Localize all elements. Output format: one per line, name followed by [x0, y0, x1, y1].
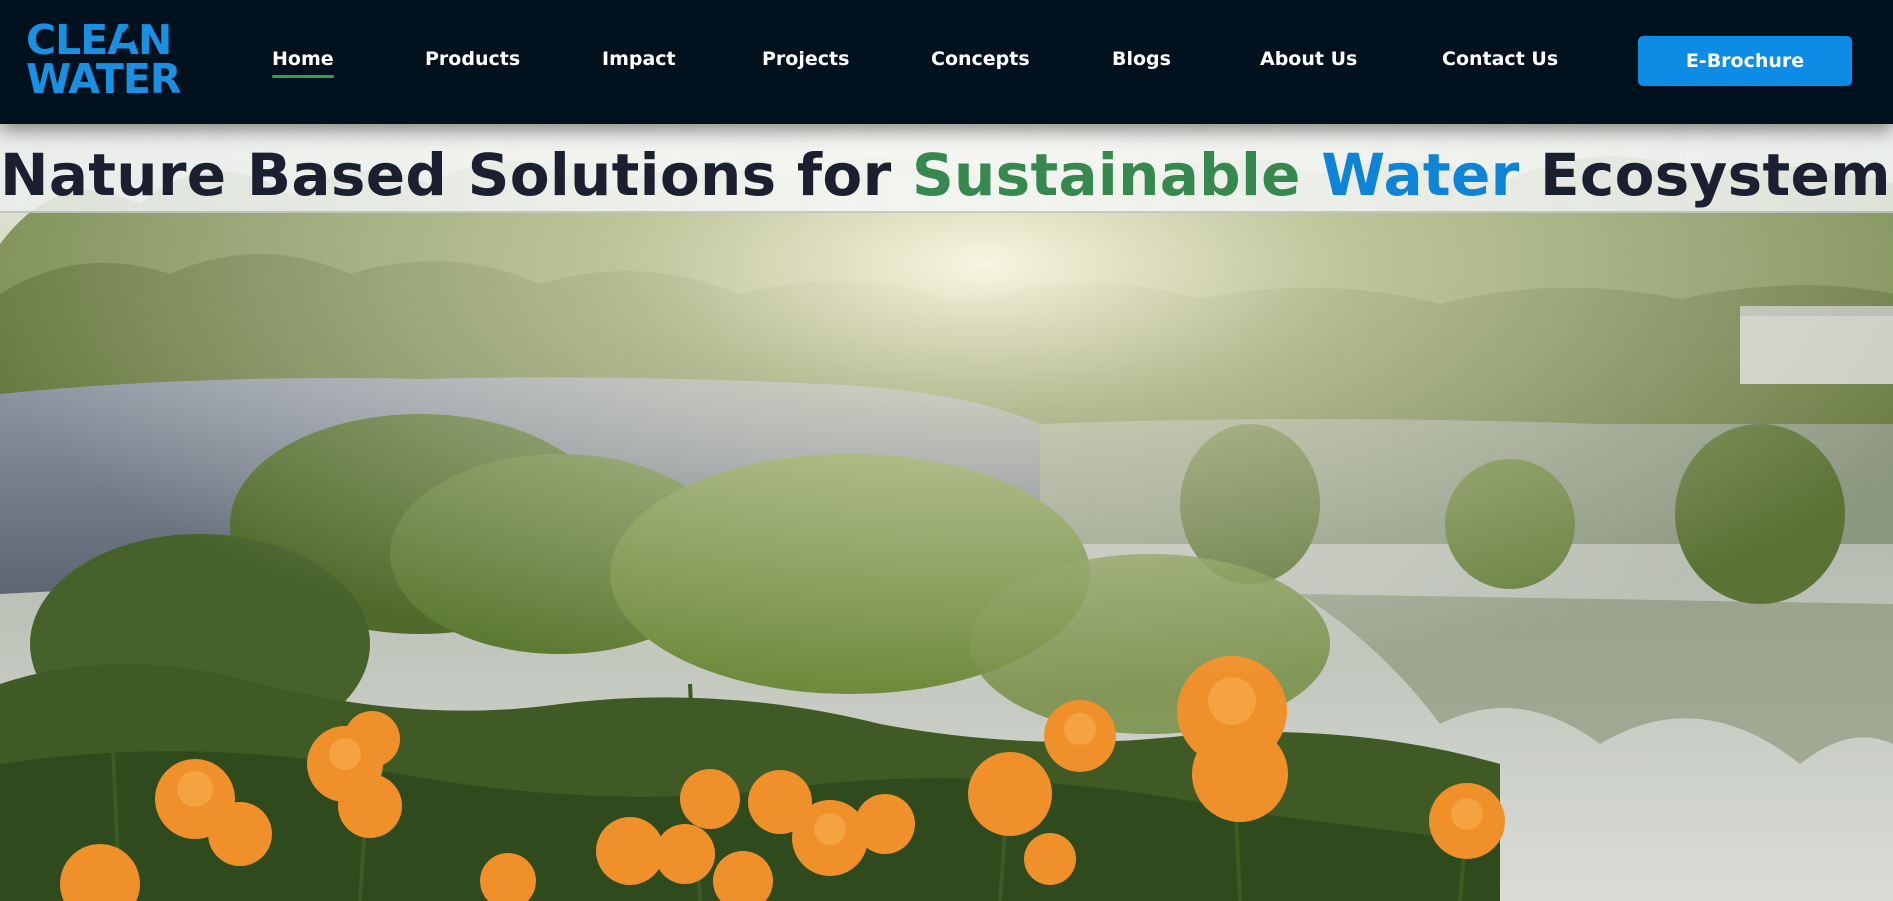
nav-projects[interactable]: Projects: [762, 48, 849, 74]
hero-headline: Nature Based Solutions for Sustainable W…: [0, 141, 1893, 209]
nav-concepts[interactable]: Concepts: [931, 48, 1030, 74]
headline-highlight-sustainable: Sustainable: [911, 141, 1301, 209]
logo-line-2: WATER: [26, 55, 181, 103]
nav-contact-us[interactable]: Contact Us: [1442, 48, 1558, 74]
headline-banner: Nature Based Solutions for Sustainable W…: [0, 124, 1893, 213]
headline-highlight-water: Water: [1321, 141, 1520, 209]
nav-blogs[interactable]: Blogs: [1112, 48, 1171, 74]
headline-space: [1301, 141, 1322, 209]
headline-part-2: Ecosystems: [1519, 141, 1893, 209]
nav-about-us[interactable]: About Us: [1260, 48, 1357, 74]
hero-section: Nature Based Solutions for Sustainable W…: [0, 124, 1893, 901]
water-drop-icon: [122, 27, 134, 43]
site-header: CLEAN WATER Home Products Impact Project…: [0, 0, 1893, 124]
e-brochure-button[interactable]: E-Brochure: [1638, 36, 1852, 86]
hero-background-image: [0, 124, 1893, 901]
nav-products[interactable]: Products: [425, 48, 520, 74]
nav-impact[interactable]: Impact: [602, 48, 676, 74]
headline-part-1: Nature Based Solutions for: [0, 141, 912, 209]
nav-home[interactable]: Home: [272, 48, 334, 78]
clean-water-logo[interactable]: CLEAN WATER: [26, 20, 181, 103]
